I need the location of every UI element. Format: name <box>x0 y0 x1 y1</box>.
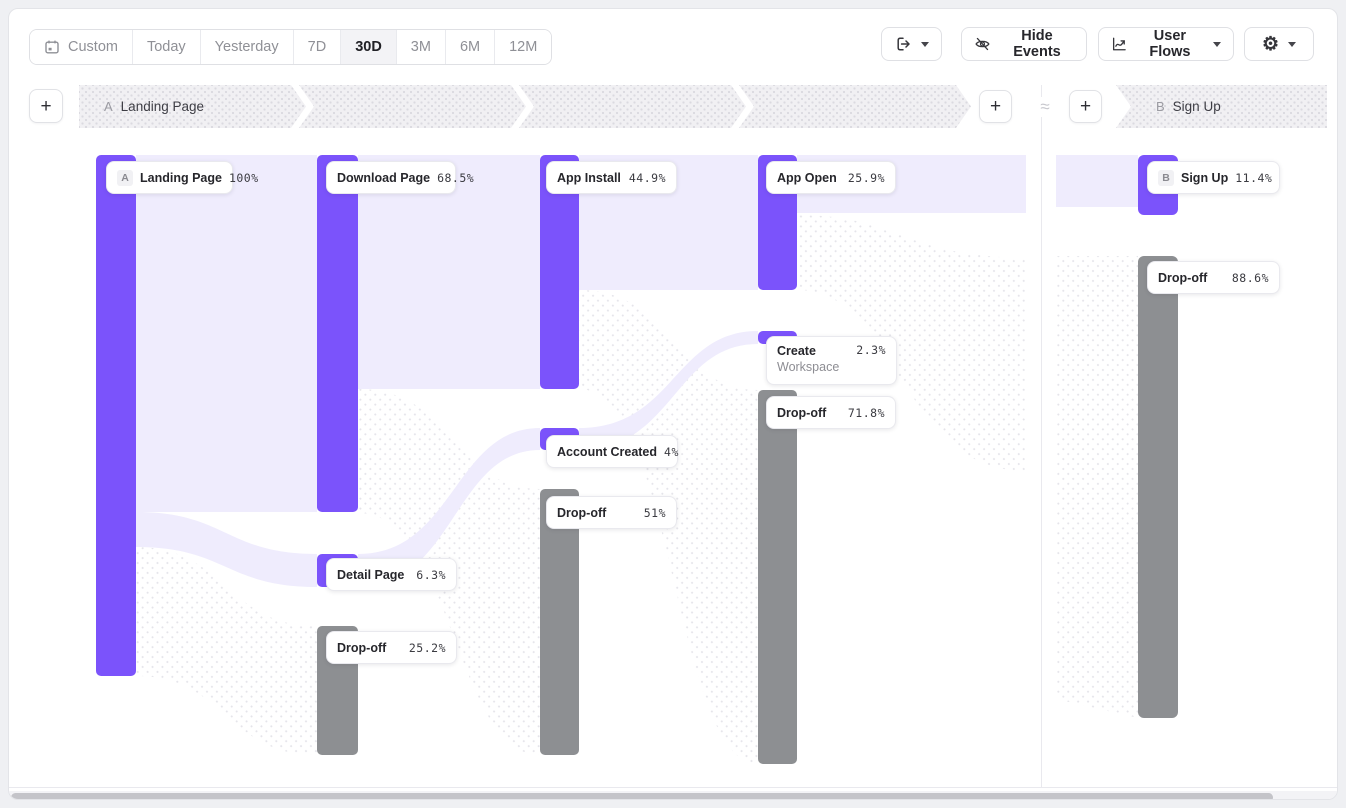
node-label-create-workspace[interactable]: Create Workspace 2.3% <box>766 336 897 385</box>
node-label-app-install[interactable]: App Install 44.9% <box>546 161 677 194</box>
node-label-app-open[interactable]: App Open 25.9% <box>766 161 896 194</box>
date-range-3m[interactable]: 3M <box>397 30 446 64</box>
eye-off-icon <box>974 35 991 53</box>
node-label-sign-up[interactable]: B Sign Up 11.4% <box>1147 161 1280 194</box>
flow-in-signup <box>1056 155 1138 207</box>
flow-signup-dropoff <box>1056 256 1138 718</box>
flow-chart-canvas: A Landing Page B Sign Up + + + ≈ <box>9 85 1338 787</box>
node-label-landing-page[interactable]: A Landing Page 100% <box>106 161 233 194</box>
flow-chart-icon <box>1111 35 1127 53</box>
horizontal-scrollbar[interactable] <box>9 791 1338 800</box>
date-range-today[interactable]: Today <box>133 30 201 64</box>
node-label-dropoff-signup[interactable]: Drop-off 88.6% <box>1147 261 1280 294</box>
node-label-dropoff-step4[interactable]: Drop-off 71.8% <box>766 396 896 429</box>
step-badge: B <box>1158 170 1174 186</box>
date-range-7d[interactable]: 7D <box>294 30 342 64</box>
bar-dropoff-signup <box>1138 256 1178 718</box>
node-label-detail-page[interactable]: Detail Page 6.3% <box>326 558 457 591</box>
bar-dropoff-step4 <box>758 390 797 764</box>
export-button[interactable] <box>881 27 942 61</box>
date-range-yesterday[interactable]: Yesterday <box>201 30 294 64</box>
bar-landing-page <box>96 155 136 676</box>
user-flows-panel: Custom Today Yesterday 7D 30D 3M 6M 12M … <box>8 8 1338 800</box>
user-flows-button[interactable]: User Flows <box>1098 27 1234 61</box>
step-badge: A <box>117 170 133 186</box>
flow-landing-download <box>136 155 317 512</box>
node-label-dropoff-step2[interactable]: Drop-off 25.2% <box>326 631 457 664</box>
user-flows-label: User Flows <box>1136 28 1204 60</box>
export-icon <box>894 35 912 53</box>
calendar-icon <box>44 39 60 55</box>
chevron-down-icon <box>1288 42 1296 47</box>
approx-symbol: ≈ <box>1031 97 1059 117</box>
chevron-down-icon <box>921 42 929 47</box>
hide-events-button[interactable]: Hide Events <box>961 27 1087 61</box>
scrollbar-thumb[interactable] <box>11 793 1273 800</box>
date-range-custom[interactable]: Custom <box>30 30 133 64</box>
chevron-down-icon <box>1213 42 1221 47</box>
date-range-30d[interactable]: 30D <box>341 30 397 64</box>
date-range-12m[interactable]: 12M <box>495 30 551 64</box>
settings-button[interactable]: ⚙ <box>1244 27 1314 61</box>
chart-bottom-border <box>9 787 1338 788</box>
node-label-account-created[interactable]: Account Created 4% <box>546 435 678 468</box>
bar-download-page <box>317 155 358 512</box>
gear-icon: ⚙ <box>1262 35 1279 54</box>
date-range-segmented-control: Custom Today Yesterday 7D 30D 3M 6M 12M <box>29 29 552 65</box>
node-label-download-page[interactable]: Download Page 68.5% <box>326 161 456 194</box>
hide-events-label: Hide Events <box>1000 28 1074 60</box>
node-label-dropoff-step3[interactable]: Drop-off 51% <box>546 496 677 529</box>
date-range-6m[interactable]: 6M <box>446 30 495 64</box>
